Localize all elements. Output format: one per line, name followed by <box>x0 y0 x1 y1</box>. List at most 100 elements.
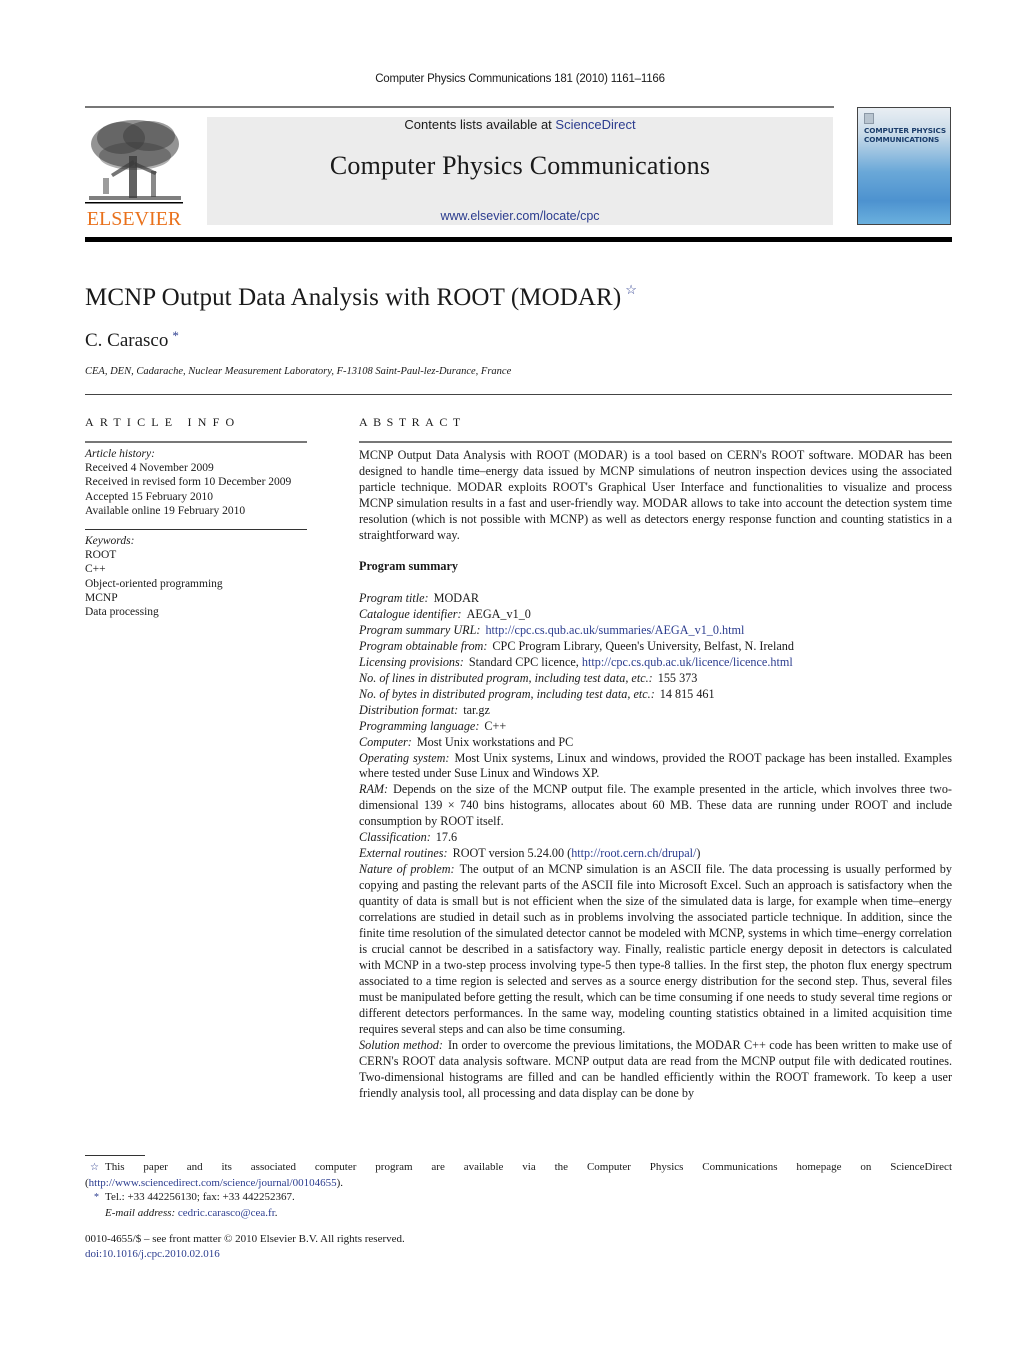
contents-prefix: Contents lists available at <box>404 117 556 132</box>
summary-item-value: 14 815 461 <box>659 686 715 701</box>
keywords-label: Keywords: <box>85 535 135 547</box>
summary-item: Programming language: C++ <box>359 719 952 735</box>
doi-link[interactable]: doi:10.1016/j.cpc.2010.02.016 <box>85 1248 220 1260</box>
summary-item-value: Depends on the size of the MCNP output f… <box>359 782 952 829</box>
email-suffix: . <box>274 1206 278 1219</box>
summary-item-value: 155 373 <box>657 670 698 685</box>
cover-title-line2: COMMUNICATIONS <box>864 135 940 144</box>
journal-url[interactable]: www.elsevier.com/locate/cpc <box>440 209 599 223</box>
cover-title-line1: COMPUTER PHYSICS <box>864 126 947 135</box>
summary-item: Solution method: In order to overcome the… <box>359 1038 952 1102</box>
summary-item-link[interactable]: http://root.cern.ch/drupal/ <box>571 846 696 860</box>
footnote-email: E-mail address: cedric.carasco@cea.fr. <box>85 1206 952 1221</box>
keyword-item: Data processing <box>85 606 159 619</box>
summary-item-label: External routines: <box>359 846 448 861</box>
summary-item-label: Classification: <box>359 830 431 845</box>
footnotes: ☆ This paper and its associated computer … <box>85 1160 952 1220</box>
elsevier-logo[interactable]: ELSEVIER <box>85 116 183 230</box>
article-info-heading: ARTICLE INFO <box>85 415 241 429</box>
summary-item: Program summary URL: http://cpc.cs.qub.ac… <box>359 623 952 639</box>
summary-item-label: Program summary URL: <box>359 622 481 637</box>
summary-item-label: Licensing provisions: <box>359 654 464 669</box>
keywords: Keywords: ROOT C++ Object-oriented progr… <box>85 534 310 619</box>
email-link[interactable]: cedric.carasco@cea.fr <box>178 1207 275 1219</box>
footnote-star: ☆ This paper and its associated computer … <box>85 1160 952 1190</box>
article-title: MCNP Output Data Analysis with ROOT (MOD… <box>85 282 637 312</box>
article-history: Article history: Received 4 November 200… <box>85 447 310 518</box>
abstract-text: MCNP Output Data Analysis with ROOT (MOD… <box>359 448 952 542</box>
author: C. Carasco * <box>85 328 179 352</box>
contents-line: Contents lists available at ScienceDirec… <box>207 117 833 132</box>
journal-cover-image[interactable]: COMPUTER PHYSICS COMMUNICATIONS <box>857 107 951 225</box>
footnote-author: * Tel.: +33 442256130; fax: +33 442252367… <box>85 1190 952 1206</box>
summary-item: Operating system: Most Unix systems, Linu… <box>359 751 952 783</box>
keyword-item: MCNP <box>85 591 118 604</box>
summary-item: External routines: ROOT version 5.24.00 (… <box>359 846 952 862</box>
summary-item-label: Catalogue identifier: <box>359 606 462 621</box>
summary-item: Computer: Most Unix workstations and PC <box>359 735 952 751</box>
summary-item-label: No. of lines in distributed program, inc… <box>359 670 653 685</box>
summary-item-suffix: ) <box>696 846 701 861</box>
summary-item-value: Standard CPC licence, <box>468 654 582 669</box>
summary-item-label: No. of bytes in distributed program, inc… <box>359 686 655 701</box>
article-title-text: MCNP Output Data Analysis with ROOT (MOD… <box>85 284 622 311</box>
footnote-star-suffix: ). <box>336 1176 344 1189</box>
summary-item-value: CPC Program Library, Queen's University,… <box>492 638 794 653</box>
summary-item-value: AEGA_v1_0 <box>466 606 531 621</box>
history-item: Received in revised form 10 December 200… <box>85 476 292 489</box>
top-rule <box>85 106 834 108</box>
summary-item-label: Program obtainable from: <box>359 638 488 653</box>
abstract-rule <box>359 441 952 443</box>
summary-item-label: Computer: <box>359 734 412 749</box>
history-item: Accepted 15 February 2010 <box>85 490 214 503</box>
program-summary: Program title: MODAR Catalogue identifier:… <box>359 591 952 1102</box>
summary-item-value: MODAR <box>433 591 479 605</box>
summary-item-label: RAM: <box>359 782 389 797</box>
section-rule <box>85 394 952 395</box>
summary-item: Nature of problem: The output of an MCNP … <box>359 862 952 1037</box>
author-footnote-mark[interactable]: * <box>172 328 179 343</box>
cover-logo-icon <box>864 113 874 124</box>
issn-line: 0010-4655/$ – see front matter © 2010 El… <box>85 1233 405 1245</box>
summary-item: No. of bytes in distributed program, inc… <box>359 687 952 703</box>
keyword-item: Object-oriented programming <box>85 577 223 590</box>
elsevier-wordmark: ELSEVIER <box>87 208 182 228</box>
summary-item-value: C++ <box>484 718 507 733</box>
summary-item: Program obtainable from: CPC Program Libr… <box>359 639 952 655</box>
sciencedirect-link[interactable]: ScienceDirect <box>555 117 635 132</box>
summary-item-label: Distribution format: <box>359 702 459 717</box>
keyword-item: C++ <box>85 563 106 576</box>
cover-title: COMPUTER PHYSICS COMMUNICATIONS <box>864 126 946 144</box>
summary-item: No. of lines in distributed program, inc… <box>359 671 952 687</box>
summary-item-label: Operating system: <box>359 750 450 765</box>
summary-item: Catalogue identifier: AEGA_v1_0 <box>359 607 952 623</box>
summary-item-value: ROOT version 5.24.00 ( <box>452 846 572 861</box>
footnote-rule <box>85 1155 145 1156</box>
sciencedirect-journal-link[interactable]: http://www.sciencedirect.com/science/jou… <box>89 1177 337 1189</box>
summary-item-label: Nature of problem: <box>359 862 455 877</box>
summary-item-link[interactable]: http://cpc.cs.qub.ac.uk/licence/licence.… <box>582 655 793 669</box>
affiliation: CEA, DEN, Cadarache, Nuclear Measurement… <box>85 366 512 377</box>
summary-item-value: The output of an MCNP simulation is an A… <box>359 862 952 1036</box>
journal-url-link[interactable]: www.elsevier.com/locate/cpc <box>207 209 833 223</box>
summary-item-value: In order to overcome the previous limita… <box>359 1037 952 1100</box>
summary-item-value: Most Unix workstations and PC <box>416 734 574 749</box>
asterisk-icon: * <box>94 1192 99 1203</box>
summary-item-link[interactable]: http://cpc.cs.qub.ac.uk/summaries/AEGA_v… <box>485 623 744 637</box>
masthead-rule <box>85 237 952 242</box>
summary-item: Program title: MODAR <box>359 591 952 607</box>
summary-item: Distribution format: tar.gz <box>359 703 952 719</box>
history-item: Available online 19 February 2010 <box>85 504 246 517</box>
copyright-block: 0010-4655/$ – see front matter © 2010 El… <box>85 1232 405 1262</box>
footnote-author-text: Tel.: +33 442256130; fax: +33 442252367. <box>105 1191 295 1203</box>
journal-name: Computer Physics Communications <box>329 151 711 180</box>
summary-item: Classification: 17.6 <box>359 830 952 846</box>
title-footnote-mark[interactable]: ☆ <box>625 282 637 297</box>
program-summary-heading: Program summary <box>359 559 458 573</box>
summary-item-label: Solution method: <box>359 1037 443 1052</box>
email-label: E-mail address: <box>105 1206 176 1219</box>
article-info-rule <box>85 441 307 443</box>
summary-item-label: Programming language: <box>359 718 480 733</box>
keywords-rule <box>85 529 307 530</box>
summary-item-label: Program title: <box>359 591 429 605</box>
